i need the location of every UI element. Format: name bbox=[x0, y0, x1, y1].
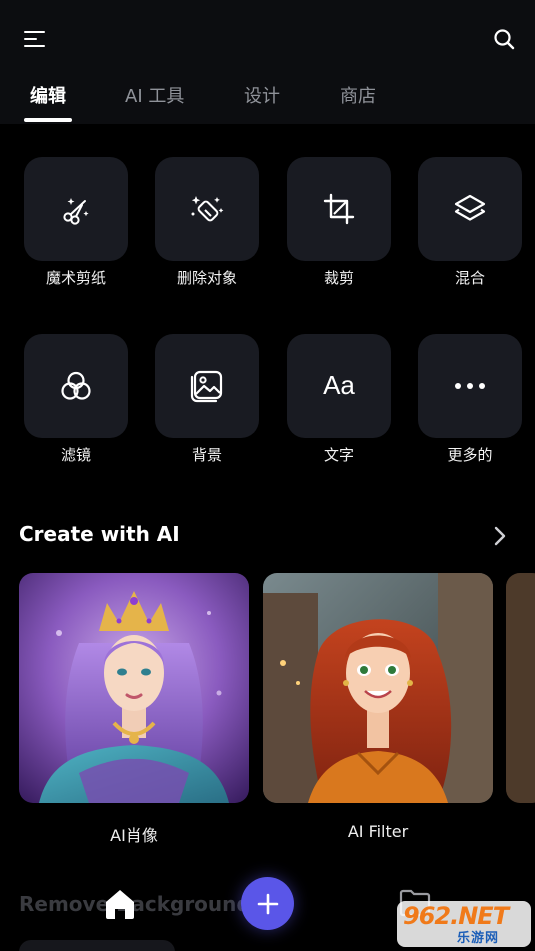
tool-tile[interactable]: Aa bbox=[287, 334, 391, 438]
ai-card-peek[interactable] bbox=[506, 573, 535, 803]
tool-tile[interactable] bbox=[24, 157, 128, 261]
tool-blend[interactable]: 混合 bbox=[418, 157, 522, 287]
text-icon: Aa bbox=[323, 370, 355, 400]
tool-text[interactable]: Aa 文字 bbox=[287, 334, 391, 464]
tab-design[interactable]: 设计 bbox=[244, 82, 280, 108]
purple-haired-princess-portrait bbox=[19, 573, 249, 803]
tool-tile[interactable] bbox=[287, 157, 391, 261]
remove-background-tile[interactable] bbox=[19, 940, 175, 951]
tool-tile[interactable] bbox=[418, 334, 522, 438]
tool-label: 裁剪 bbox=[323, 269, 354, 287]
tool-crop[interactable]: 裁剪 bbox=[287, 157, 391, 287]
tab-ai-tools[interactable]: AI 工具 bbox=[125, 82, 184, 108]
layers-icon bbox=[454, 194, 486, 221]
tab-bar: 编辑 AI 工具 设计 商店 bbox=[0, 82, 535, 124]
ai-filter-label: AI Filter bbox=[347, 822, 409, 841]
red-haired-cartoon-woman bbox=[263, 573, 493, 803]
tool-magic-cut[interactable]: 魔术剪纸 bbox=[24, 157, 128, 287]
watermark-site-name: 乐游网 bbox=[457, 931, 500, 946]
tool-remove-object[interactable]: 删除对象 bbox=[155, 157, 259, 287]
third-card-preview bbox=[506, 573, 535, 803]
ai-portrait-card[interactable] bbox=[19, 573, 249, 803]
section-title-create-with-ai: Create with AI bbox=[19, 522, 180, 546]
image-background-icon bbox=[190, 370, 223, 403]
magic-scissors-icon bbox=[63, 198, 89, 225]
menu-icon[interactable] bbox=[22, 28, 48, 50]
tool-label: 删除对象 bbox=[176, 269, 237, 287]
tool-filter[interactable]: 滤镜 bbox=[24, 334, 128, 464]
search-icon[interactable] bbox=[492, 27, 516, 51]
tool-label: 更多的 bbox=[447, 446, 493, 464]
watermark-brand: 962.NET bbox=[403, 902, 509, 930]
tool-tile[interactable] bbox=[155, 334, 259, 438]
tool-background[interactable]: 背景 bbox=[155, 334, 259, 464]
tool-more[interactable]: 更多的 bbox=[418, 334, 522, 464]
tool-tile[interactable] bbox=[155, 157, 259, 261]
add-button[interactable] bbox=[241, 877, 294, 930]
active-tab-indicator bbox=[24, 118, 72, 122]
crop-icon bbox=[323, 193, 355, 225]
tab-edit[interactable]: 编辑 bbox=[30, 82, 66, 108]
tool-tile[interactable] bbox=[418, 157, 522, 261]
svg-text:Aa: Aa bbox=[323, 370, 355, 400]
tool-tile[interactable] bbox=[24, 334, 128, 438]
tool-label: 文字 bbox=[323, 446, 354, 464]
chevron-right-icon[interactable] bbox=[490, 524, 510, 548]
tool-label: 滤镜 bbox=[60, 446, 91, 464]
tool-label: 混合 bbox=[454, 269, 485, 287]
tool-label: 背景 bbox=[191, 446, 222, 464]
tab-store[interactable]: 商店 bbox=[340, 82, 376, 108]
top-bar: 编辑 AI 工具 设计 商店 bbox=[0, 0, 535, 124]
magic-eraser-icon bbox=[191, 196, 224, 222]
ai-portrait-label: AI肖像 bbox=[110, 826, 158, 845]
plus-icon bbox=[257, 893, 278, 914]
ai-filter-card[interactable] bbox=[263, 573, 493, 803]
site-watermark: 962.NET 乐游网 bbox=[397, 901, 531, 947]
filter-icon bbox=[61, 371, 91, 400]
home-icon[interactable] bbox=[102, 886, 138, 922]
tool-label: 魔术剪纸 bbox=[45, 269, 106, 287]
more-icon bbox=[455, 383, 485, 389]
